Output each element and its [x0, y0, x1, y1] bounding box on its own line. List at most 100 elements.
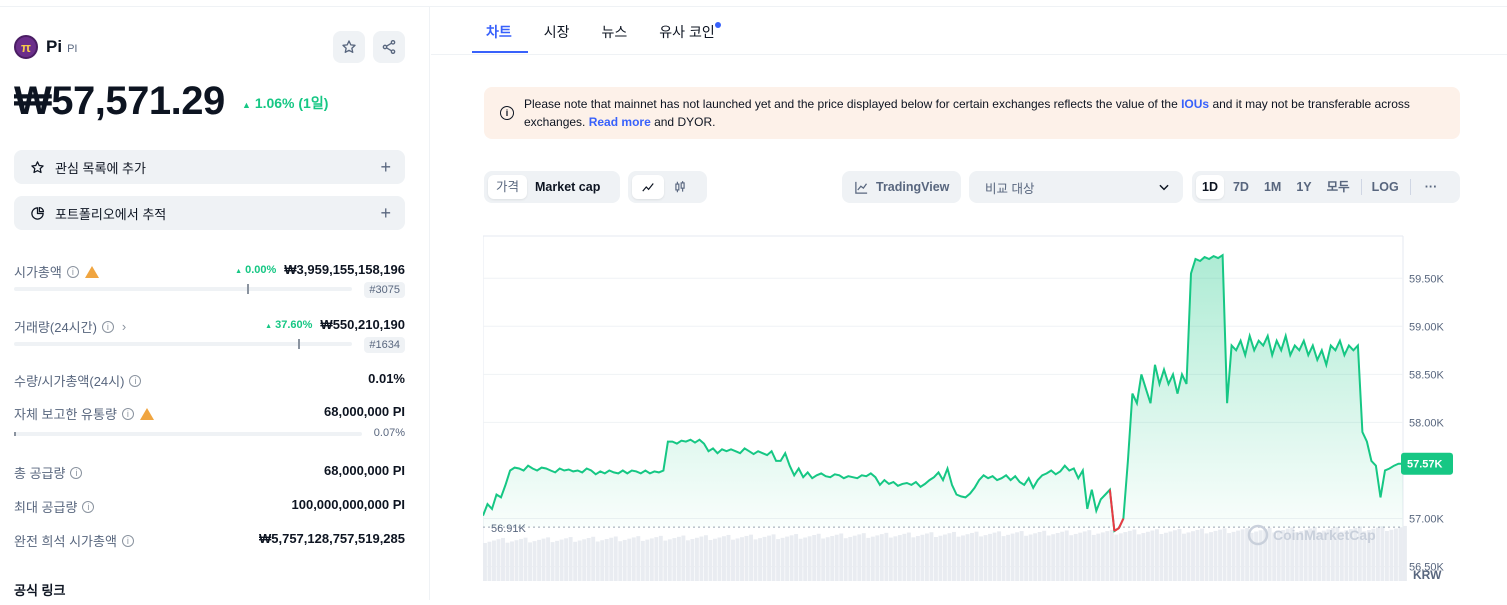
volume-bar	[992, 532, 997, 581]
chevron-right-icon[interactable]: ›	[122, 319, 126, 334]
volume-bar	[546, 537, 551, 581]
volume-bar	[537, 539, 542, 581]
info-icon[interactable]: i	[82, 500, 95, 513]
volume-bar	[1051, 534, 1056, 581]
volume-bar	[703, 535, 708, 581]
tab-similar-coins[interactable]: 유사 코인	[659, 22, 721, 52]
volume-bar	[830, 535, 835, 581]
log-scale-button[interactable]: LOG	[1366, 175, 1405, 199]
tab-chart[interactable]: 차트	[472, 22, 528, 53]
range-1m-button[interactable]: 1M	[1258, 175, 1287, 199]
volume-bar	[1006, 534, 1011, 581]
self-supply-value: 68,000,000 PI	[324, 404, 405, 419]
volume-bar	[1267, 527, 1272, 581]
price-chart[interactable]: 59.50K 59.00K 58.50K 58.00K 57.00K 56.50K 56.9…	[482, 235, 1507, 600]
info-icon[interactable]: i	[121, 407, 134, 420]
volume-bar	[1209, 532, 1213, 581]
candlestick-button[interactable]	[664, 175, 696, 199]
plus-icon: +	[380, 156, 391, 177]
volume-bar	[717, 537, 722, 581]
volume-bar	[1010, 533, 1015, 581]
self-supply-bar	[14, 432, 362, 436]
time-range-selector: 1D 7D 1M 1Y 모두 LOG ···	[1192, 171, 1460, 203]
volume-bar	[857, 534, 862, 581]
add-to-watchlist-label: 관심 목록에 추가	[55, 160, 146, 176]
info-icon[interactable]: i	[121, 534, 134, 547]
coin-symbol: PI	[67, 43, 78, 55]
volume-bar	[528, 542, 533, 581]
stat-volume-market-cap: 수량/시가총액(24시) i 0.01%	[14, 371, 405, 389]
watchlist-star-button[interactable]	[333, 31, 365, 63]
warning-icon[interactable]	[84, 265, 99, 278]
ious-link[interactable]: IOUs	[1181, 97, 1209, 111]
tab-news[interactable]: 뉴스	[602, 22, 628, 52]
price-chart-svg: 59.50K59.00K58.50K58.00K57.00K56.50K56.9…	[482, 235, 1453, 582]
volume-bar	[1173, 530, 1177, 581]
volume-bar	[767, 535, 772, 581]
market-cap-toggle-button[interactable]: Market cap	[527, 175, 608, 199]
volume-bar	[1218, 529, 1223, 581]
volume-bar	[627, 538, 632, 581]
mainnet-notice: i Please note that mainnet has not launc…	[484, 87, 1460, 139]
volume-bar	[1136, 534, 1141, 581]
volume-bar	[1236, 530, 1241, 581]
market-cap-label: 시가총액	[14, 265, 62, 280]
warning-icon[interactable]	[139, 407, 154, 420]
track-portfolio-button[interactable]: 포트폴리오에서 추적 +	[14, 196, 405, 230]
volume-bar	[740, 537, 744, 581]
volume-bar	[1195, 529, 1200, 581]
volume-bar	[1159, 534, 1164, 581]
volume-bar	[1403, 525, 1407, 581]
self-supply-bar-fill	[14, 432, 16, 436]
volume-bar	[1073, 533, 1078, 581]
volume-bar	[911, 537, 916, 581]
volume-bar	[938, 535, 943, 581]
volume-bar	[1114, 534, 1119, 581]
info-icon[interactable]: i	[66, 265, 79, 278]
volume-bar	[722, 536, 726, 581]
range-separator	[1360, 179, 1362, 195]
volume-bar	[591, 536, 596, 581]
tabs-divider	[431, 54, 1507, 55]
coin-info-panel: π Pi PI ₩57,571.29 ▲ 1.06% (1일) 관심 목록에 추…	[0, 7, 430, 600]
volume-bar	[1015, 532, 1020, 581]
volume-bar	[1200, 528, 1204, 581]
tradingview-icon	[855, 181, 868, 194]
info-icon[interactable]: i	[70, 466, 83, 479]
price-area-fill	[483, 255, 1403, 531]
volume-bar	[586, 538, 591, 581]
range-1y-button[interactable]: 1Y	[1290, 175, 1317, 199]
total-supply-label: 총 공급량	[14, 466, 66, 481]
candlestick-icon	[675, 181, 685, 193]
info-icon[interactable]: i	[129, 374, 142, 387]
range-1d-button[interactable]: 1D	[1196, 175, 1224, 199]
range-all-button[interactable]: 모두	[1321, 175, 1356, 199]
line-chart-button[interactable]	[632, 175, 664, 199]
compare-with-select[interactable]: 비교 대상	[969, 171, 1183, 203]
volume-bar	[573, 541, 578, 581]
volume-bar	[803, 537, 808, 581]
volume-bar	[676, 536, 681, 581]
fdv-label: 완전 희석 시가총액	[14, 534, 117, 549]
more-options-button[interactable]: ···	[1419, 175, 1444, 199]
caret-up-icon: ▲	[242, 100, 251, 110]
volume-bar	[555, 540, 560, 581]
price-toggle-button[interactable]: 가격	[488, 175, 528, 199]
range-7d-button[interactable]: 7D	[1227, 175, 1255, 199]
volume-bar	[843, 538, 848, 581]
volume-bar	[1240, 529, 1245, 581]
volume-bar	[640, 540, 645, 581]
share-button[interactable]	[373, 31, 405, 63]
volume-bar	[613, 536, 618, 581]
volume-bar	[744, 535, 749, 581]
volume-bar	[1028, 534, 1033, 581]
volume-bar	[1375, 527, 1380, 581]
info-icon[interactable]: i	[101, 320, 114, 333]
add-to-watchlist-button[interactable]: 관심 목록에 추가 +	[14, 150, 405, 184]
tab-markets[interactable]: 시장	[544, 22, 570, 52]
tradingview-button[interactable]: TradingView	[842, 171, 961, 203]
read-more-link[interactable]: Read more	[589, 115, 651, 129]
volume-bar	[812, 535, 817, 581]
volume-bar	[1100, 532, 1105, 581]
volume-bar	[681, 535, 686, 581]
